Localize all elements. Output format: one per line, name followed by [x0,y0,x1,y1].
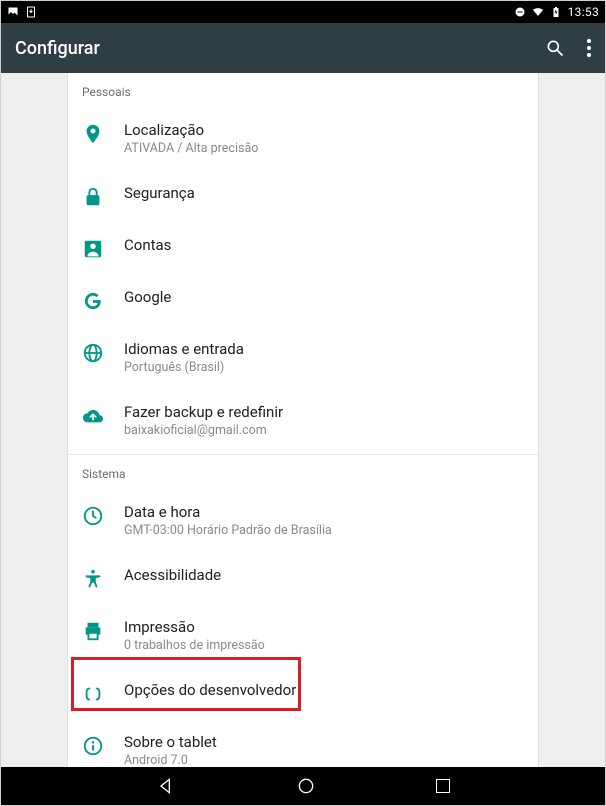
home-icon[interactable] [296,776,316,796]
settings-item-desenvolvedor[interactable]: Opções do desenvolvedor [68,667,538,719]
settings-panel: Pessoais Localização ATIVADA / Alta prec… [67,73,539,767]
developer-icon [82,683,104,705]
item-title: Data e hora [124,503,524,521]
item-title: Contas [124,236,524,254]
item-title: Segurança [124,184,524,202]
app-bar: Configurar [1,23,605,73]
settings-item-acessibilidade[interactable]: Acessibilidade [68,552,538,604]
device-frame: 13:53 Configurar Pessoais Localização AT… [0,0,606,806]
settings-item-seguranca[interactable]: Segurança [68,170,538,222]
google-icon [82,290,104,312]
item-title: Opções do desenvolvedor [124,681,524,699]
item-title: Acessibilidade [124,566,524,584]
overflow-menu-icon[interactable] [587,39,591,57]
download-icon [25,6,37,18]
status-left [7,6,37,18]
back-icon[interactable] [156,776,176,796]
settings-item-localizacao[interactable]: Localização ATIVADA / Alta precisão [68,107,538,170]
settings-item-idiomas[interactable]: Idiomas e entrada Português (Brasil) [68,326,538,389]
settings-item-contas[interactable]: Contas [68,222,538,274]
item-title: Idiomas e entrada [124,340,524,358]
account-icon [82,238,104,260]
dnd-icon [514,6,526,18]
section-header-sistema: Sistema [68,455,538,489]
cloud-upload-icon [82,405,104,427]
page-title: Configurar [15,38,100,59]
item-title: Sobre o tablet [124,733,524,751]
globe-icon [82,342,104,364]
battery-charging-icon [550,6,562,18]
search-icon[interactable] [545,38,565,58]
settings-item-datahora[interactable]: Data e hora GMT-03:00 Horário Padrão de … [68,489,538,552]
print-icon [82,620,104,642]
image-icon [7,6,19,18]
status-bar: 13:53 [1,1,605,23]
accessibility-icon [82,568,104,590]
recents-icon[interactable] [436,779,450,793]
item-subtitle: GMT-03:00 Horário Padrão de Brasília [124,523,524,538]
settings-item-google[interactable]: Google [68,274,538,326]
content-area: Pessoais Localização ATIVADA / Alta prec… [1,73,605,767]
item-title: Google [124,288,524,306]
status-time: 13:53 [568,5,599,19]
info-icon [82,735,104,757]
item-subtitle: 0 trabalhos de impressão [124,638,524,653]
item-title: Localização [124,121,524,139]
item-title: Fazer backup e redefinir [124,403,524,421]
lock-icon [82,186,104,208]
section-header-pessoais: Pessoais [68,73,538,107]
item-subtitle: ATIVADA / Alta precisão [124,141,524,156]
location-icon [82,123,104,145]
status-right: 13:53 [514,5,599,19]
clock-icon [82,505,104,527]
settings-item-sobre[interactable]: Sobre o tablet Android 7.0 [68,719,538,767]
settings-item-impressao[interactable]: Impressão 0 trabalhos de impressão [68,604,538,667]
wifi-icon [532,6,544,18]
item-subtitle: Português (Brasil) [124,360,524,375]
settings-item-backup[interactable]: Fazer backup e redefinir baixakioficial@… [68,389,538,452]
item-title: Impressão [124,618,524,636]
item-subtitle: Android 7.0 [124,753,524,767]
item-subtitle: baixakioficial@gmail.com [124,423,524,438]
navigation-bar [1,767,605,805]
appbar-actions [545,38,591,58]
